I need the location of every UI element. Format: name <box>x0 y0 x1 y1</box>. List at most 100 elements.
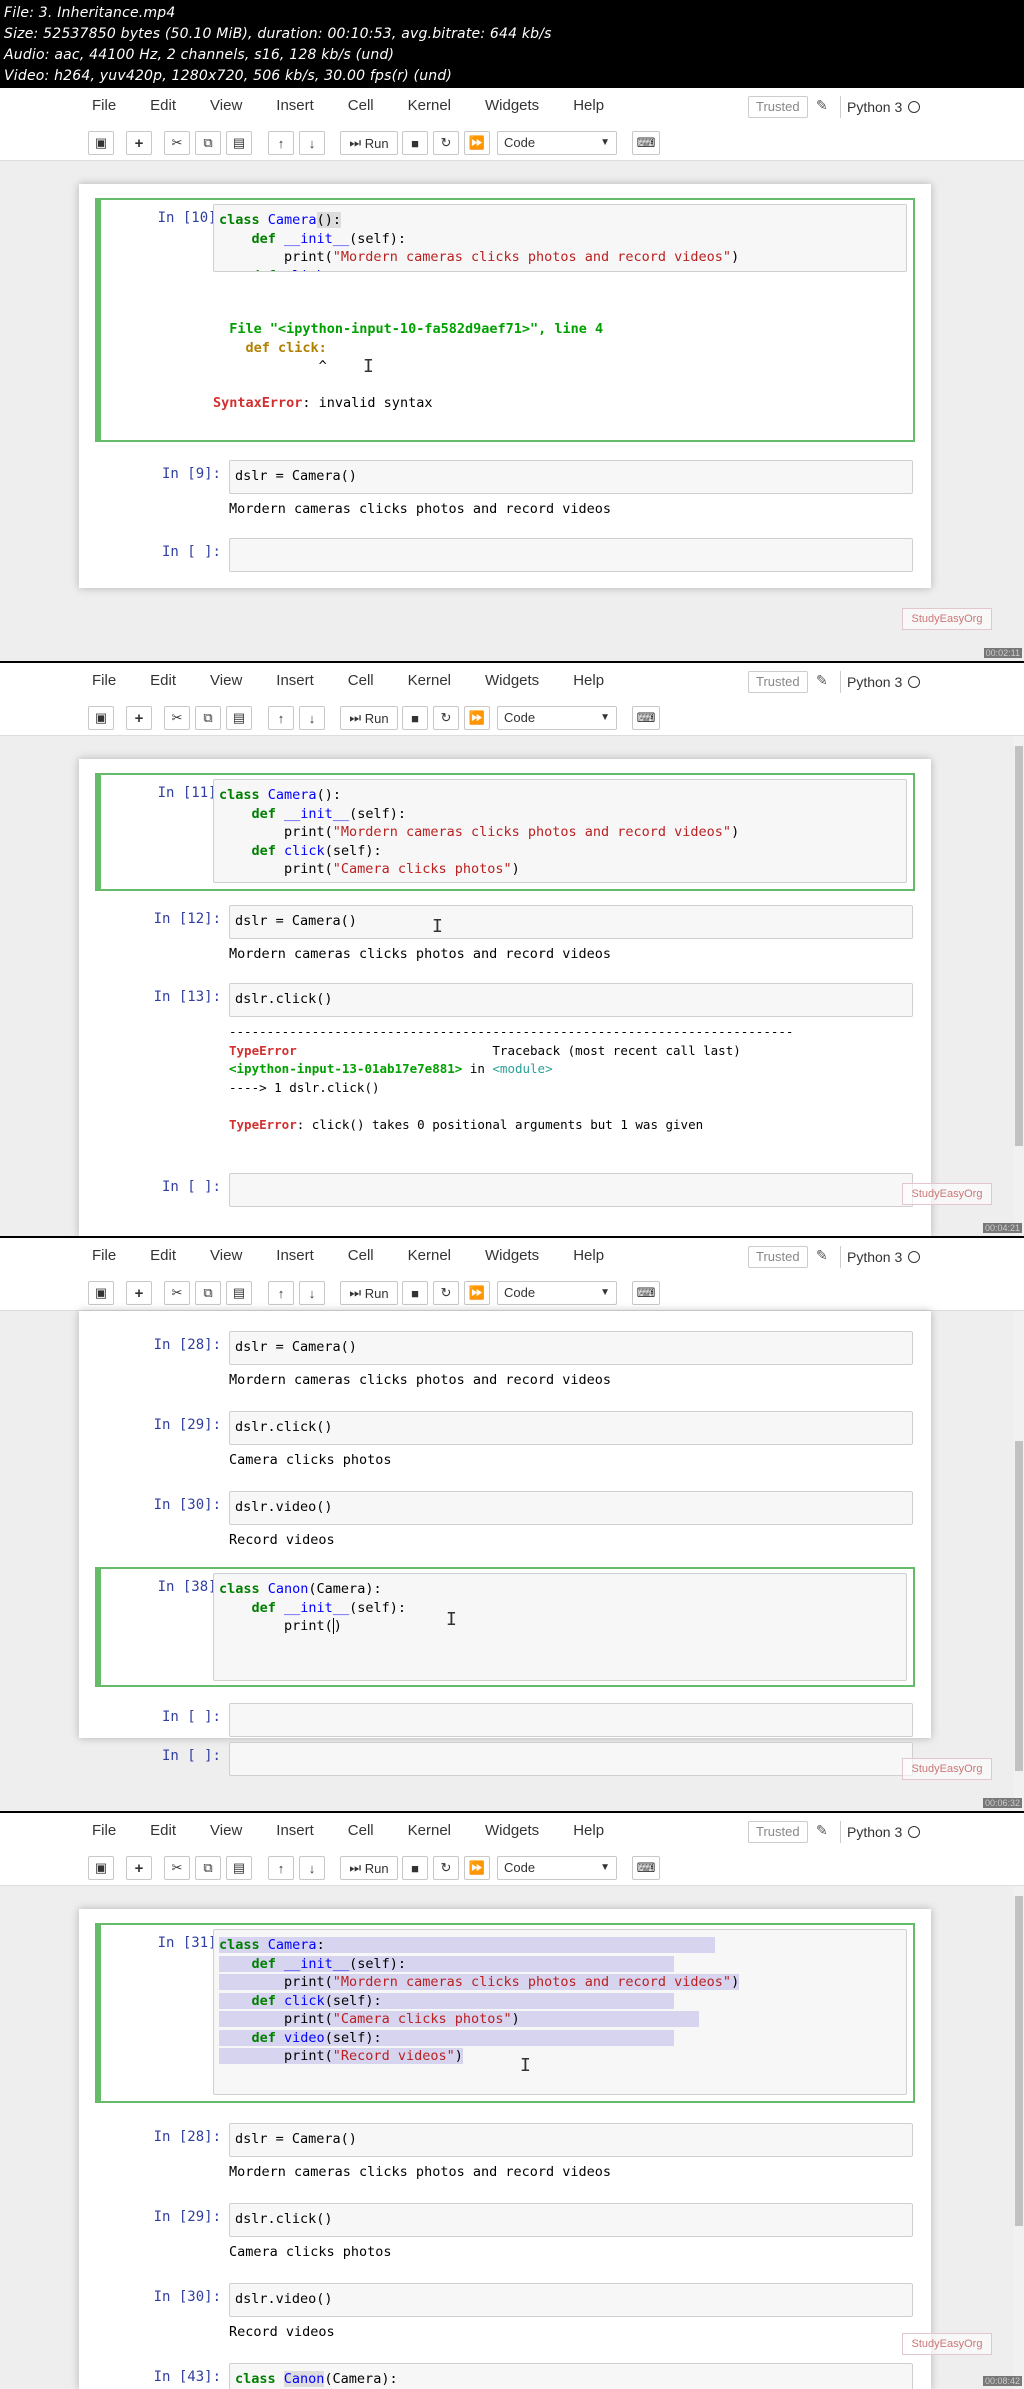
trusted-badge[interactable]: Trusted <box>748 1246 808 1268</box>
empty-code-cell[interactable]: In [ ]: <box>91 1169 919 1209</box>
add-cell-icon[interactable]: + <box>126 1856 152 1880</box>
cell-type-select[interactable]: Code ▼ <box>497 706 617 730</box>
code-editor[interactable]: dslr.click() <box>229 1411 913 1445</box>
code-editor[interactable]: class Camera: def __init__(self): print(… <box>213 1929 907 2095</box>
menu-view[interactable]: View <box>210 1822 242 1839</box>
code-editor[interactable]: dslr.video() <box>229 1491 913 1525</box>
menu-help[interactable]: Help <box>573 672 604 689</box>
menu-file[interactable]: File <box>92 1822 116 1839</box>
cut-icon[interactable]: ✂ <box>164 131 190 155</box>
menu-view[interactable]: View <box>210 97 242 114</box>
menu-view[interactable]: View <box>210 672 242 689</box>
code-editor[interactable] <box>229 538 913 572</box>
menu-insert[interactable]: Insert <box>276 672 314 689</box>
code-editor[interactable] <box>229 1703 913 1737</box>
code-cell-selected[interactable]: In [38]: class Canon(Camera): def __init… <box>95 1567 915 1687</box>
empty-code-cell[interactable]: In [ ]: <box>91 534 919 574</box>
fast-forward-icon[interactable]: ⏩ <box>464 1856 490 1880</box>
menu-cell[interactable]: Cell <box>348 1822 374 1839</box>
stop-icon[interactable]: ■ <box>402 1281 428 1305</box>
menu-edit[interactable]: Edit <box>150 1247 176 1264</box>
code-cell[interactable]: In [28]: dslr = Camera() Mordern cameras… <box>91 2119 919 2180</box>
pencil-icon[interactable]: ✎ <box>816 672 828 689</box>
run-button[interactable]: ⏭ Run <box>340 706 398 730</box>
cut-icon[interactable]: ✂ <box>164 1856 190 1880</box>
fast-forward-icon[interactable]: ⏩ <box>464 706 490 730</box>
copy-icon[interactable]: ⧉ <box>195 1856 221 1880</box>
code-cell[interactable]: In [30]: dslr.video() Record videos <box>91 2279 919 2340</box>
code-editor[interactable]: class Camera(): def __init__(self): prin… <box>213 204 907 272</box>
restart-icon[interactable]: ↻ <box>433 1281 459 1305</box>
cell-type-select[interactable]: Code ▼ <box>497 1281 617 1305</box>
menu-insert[interactable]: Insert <box>276 1247 314 1264</box>
add-cell-icon[interactable]: + <box>126 1281 152 1305</box>
scrollbar-thumb[interactable] <box>1015 1896 1023 2226</box>
code-cell[interactable]: In [9]: dslr = Camera() Mordern cameras … <box>91 456 919 517</box>
code-editor[interactable] <box>229 1173 913 1207</box>
move-down-icon[interactable]: ↓ <box>299 706 325 730</box>
copy-icon[interactable]: ⧉ <box>195 706 221 730</box>
pencil-icon[interactable]: ✎ <box>816 1822 828 1839</box>
menu-kernel[interactable]: Kernel <box>408 1822 451 1839</box>
menu-kernel[interactable]: Kernel <box>408 672 451 689</box>
code-cell[interactable]: In [43]: class Canon(Camera): def __init… <box>91 2359 919 2389</box>
pencil-icon[interactable]: ✎ <box>816 97 828 114</box>
restart-icon[interactable]: ↻ <box>433 1856 459 1880</box>
code-editor[interactable]: dslr = Camera() <box>229 1331 913 1365</box>
paste-icon[interactable]: ▤ <box>226 706 252 730</box>
code-editor[interactable]: class Camera(): def __init__(self): prin… <box>213 779 907 883</box>
menu-insert[interactable]: Insert <box>276 97 314 114</box>
code-editor[interactable]: dslr.video() <box>229 2283 913 2317</box>
cell-type-select[interactable]: Code ▼ <box>497 131 617 155</box>
menu-kernel[interactable]: Kernel <box>408 1247 451 1264</box>
code-editor[interactable] <box>229 1742 913 1776</box>
save-icon[interactable]: ▣ <box>88 1281 114 1305</box>
menu-edit[interactable]: Edit <box>150 97 176 114</box>
code-cell-selected[interactable]: In [10]: class Camera(): def __init__(se… <box>95 198 915 442</box>
menu-widgets[interactable]: Widgets <box>485 97 539 114</box>
restart-icon[interactable]: ↻ <box>433 706 459 730</box>
add-cell-icon[interactable]: + <box>126 706 152 730</box>
empty-code-cell[interactable]: In [ ]: <box>91 1738 919 1778</box>
cut-icon[interactable]: ✂ <box>164 706 190 730</box>
move-down-icon[interactable]: ↓ <box>299 1281 325 1305</box>
vertical-scrollbar[interactable] <box>1014 736 1024 1236</box>
code-editor[interactable]: dslr.click() <box>229 2203 913 2237</box>
menu-help[interactable]: Help <box>573 1247 604 1264</box>
move-up-icon[interactable]: ↑ <box>268 706 294 730</box>
stop-icon[interactable]: ■ <box>402 1856 428 1880</box>
trusted-badge[interactable]: Trusted <box>748 96 808 118</box>
menu-help[interactable]: Help <box>573 1822 604 1839</box>
run-button[interactable]: ⏭ Run <box>340 1856 398 1880</box>
save-icon[interactable]: ▣ <box>88 706 114 730</box>
code-cell[interactable]: In [30]: dslr.video() Record videos <box>91 1487 919 1548</box>
menu-file[interactable]: File <box>92 97 116 114</box>
menu-view[interactable]: View <box>210 1247 242 1264</box>
paste-icon[interactable]: ▤ <box>226 1856 252 1880</box>
menu-file[interactable]: File <box>92 672 116 689</box>
cell-type-select[interactable]: Code ▼ <box>497 1856 617 1880</box>
paste-icon[interactable]: ▤ <box>226 131 252 155</box>
cut-icon[interactable]: ✂ <box>164 1281 190 1305</box>
code-cell[interactable]: In [28]: dslr = Camera() Mordern cameras… <box>91 1327 919 1388</box>
menu-kernel[interactable]: Kernel <box>408 97 451 114</box>
menu-insert[interactable]: Insert <box>276 1822 314 1839</box>
fast-forward-icon[interactable]: ⏩ <box>464 1281 490 1305</box>
keyboard-icon[interactable]: ⌨ <box>632 706 660 730</box>
menu-cell[interactable]: Cell <box>348 97 374 114</box>
code-editor[interactable]: dslr.click() <box>229 983 913 1017</box>
menu-cell[interactable]: Cell <box>348 672 374 689</box>
code-cell[interactable]: In [13]: dslr.click() ------------------… <box>91 979 919 1149</box>
menu-edit[interactable]: Edit <box>150 1822 176 1839</box>
copy-icon[interactable]: ⧉ <box>195 131 221 155</box>
fast-forward-icon[interactable]: ⏩ <box>464 131 490 155</box>
code-cell[interactable]: In [29]: dslr.click() Camera clicks phot… <box>91 2199 919 2260</box>
paste-icon[interactable]: ▤ <box>226 1281 252 1305</box>
empty-code-cell[interactable]: In [ ]: <box>91 1699 919 1739</box>
code-cell[interactable]: In [29]: dslr.click() Camera clicks phot… <box>91 1407 919 1468</box>
keyboard-icon[interactable]: ⌨ <box>632 131 660 155</box>
vertical-scrollbar[interactable] <box>1014 1311 1024 1811</box>
code-editor[interactable]: dslr = Camera() <box>229 2123 913 2157</box>
code-editor[interactable]: dslr = Camera() <box>229 460 913 494</box>
code-cell-selected[interactable]: In [11]: class Camera(): def __init__(se… <box>95 773 915 891</box>
